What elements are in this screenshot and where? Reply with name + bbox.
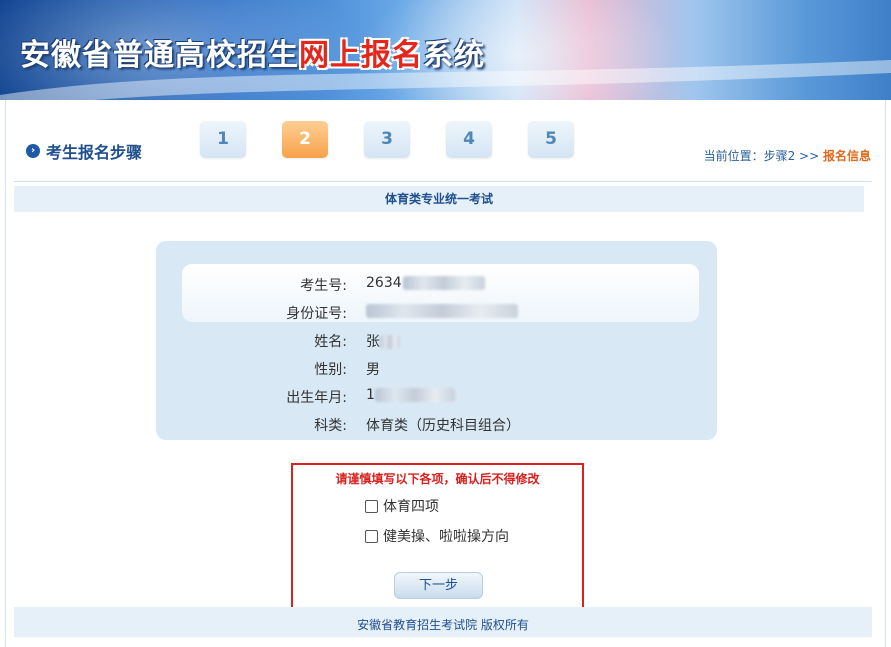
selection-form: 请谨慎填写以下各项，确认后不得修改 体育四项 健美操、啦啦操方向 下一步 — [291, 463, 584, 610]
step-2-active[interactable]: 2 — [282, 121, 328, 158]
header-banner: 安徽省普通高校招生网上报名系统 — [0, 0, 891, 100]
redacted-value — [380, 335, 400, 349]
step-1[interactable]: 1 — [200, 121, 246, 158]
info-row-exam-number: 考生号: 2634 — [156, 275, 717, 295]
breadcrumb: 当前位置：步骤2 >> 报名信息 — [703, 149, 871, 163]
breadcrumb-current: 报名信息 — [822, 149, 871, 163]
footer-copyright: 安徽省教育招生考试院 版权所有 — [14, 607, 872, 637]
redacted-value — [402, 276, 485, 290]
steps-heading: › 考生报名步骤 — [26, 140, 142, 162]
option-aerobics-cheerleading[interactable]: 健美操、啦啦操方向 — [365, 526, 509, 546]
info-row-id-number: 身份证号: — [156, 303, 717, 323]
info-row-category: 科类: 体育类（历史科目组合） — [314, 418, 520, 434]
info-row-name: 姓名: 张 — [156, 331, 717, 351]
redacted-value — [366, 304, 518, 318]
system-title: 安徽省普通高校招生网上报名系统 — [20, 38, 485, 73]
info-row-birth: 出生年月: 1 — [156, 387, 717, 407]
step-5[interactable]: 5 — [528, 121, 574, 158]
step-4[interactable]: 4 — [446, 121, 492, 158]
checkbox[interactable] — [365, 499, 378, 513]
section-title: 体育类专业统一考试 — [14, 186, 864, 212]
next-step-button[interactable]: 下一步 — [394, 572, 483, 599]
checkbox[interactable] — [365, 529, 378, 543]
info-row-gender: 性别: 男 — [314, 362, 380, 378]
redacted-value — [374, 388, 455, 402]
option-sports-four[interactable]: 体育四项 — [365, 496, 439, 516]
candidate-info-card: 考生号: 2634 身份证号: 姓名: 张 性别: 男 出生年月: 1 科类: … — [156, 241, 717, 440]
steps-heading-label: 考生报名步骤 — [46, 143, 143, 162]
step-3[interactable]: 3 — [364, 121, 410, 158]
chevron-right-icon: › — [26, 144, 40, 158]
divider — [14, 181, 872, 182]
warning-text: 请谨慎填写以下各项，确认后不得修改 — [335, 472, 540, 486]
